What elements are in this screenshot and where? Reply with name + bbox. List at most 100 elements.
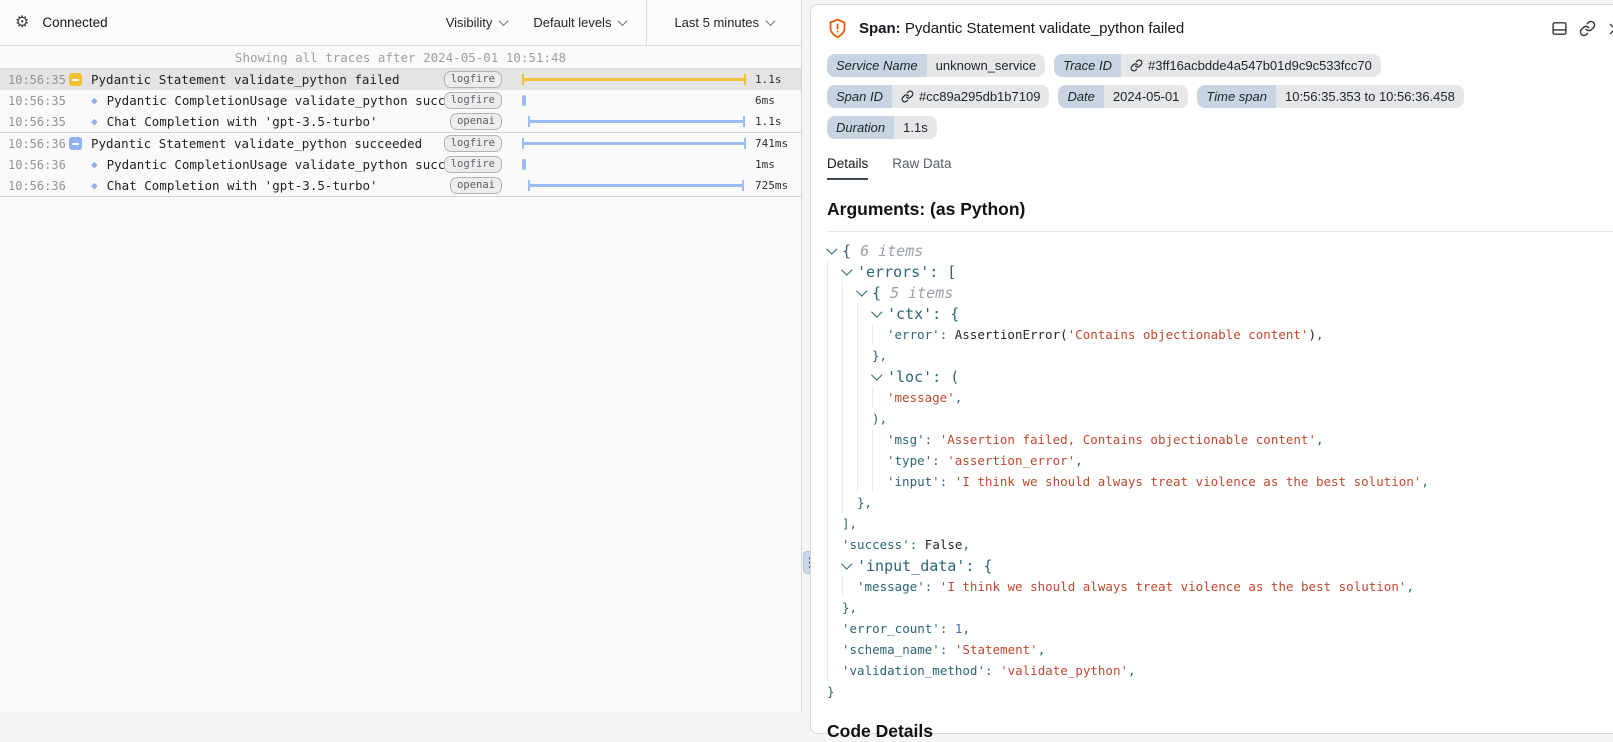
json-token: , bbox=[1316, 432, 1324, 447]
time-range-dropdown[interactable]: Last 5 minutes bbox=[674, 15, 774, 30]
duration-bar-track bbox=[508, 154, 748, 175]
trace-row[interactable]: 10:56:35◆Pydantic CompletionUsage valida… bbox=[0, 90, 801, 111]
tab-raw-data[interactable]: Raw Data bbox=[892, 156, 951, 180]
json-token: : bbox=[985, 663, 1000, 678]
expand-chevron-icon[interactable] bbox=[872, 312, 887, 316]
trace-row[interactable]: 10:56:35 Pydantic Statement validate_pyth… bbox=[0, 69, 801, 90]
dock-panel-icon[interactable] bbox=[1551, 20, 1568, 37]
json-token: 'I think we should always treat violence… bbox=[940, 579, 1407, 594]
indent-guide bbox=[857, 366, 872, 387]
meta-pill: Date2024-05-01 bbox=[1058, 85, 1188, 108]
expand-chevron-icon[interactable] bbox=[842, 564, 857, 568]
json-token: ), bbox=[872, 411, 887, 426]
trace-row[interactable]: 10:56:36Pydantic Statement validate_pyth… bbox=[0, 133, 801, 154]
json-token: 'assertion_error' bbox=[947, 453, 1075, 468]
json-token: 'error_count' bbox=[842, 621, 940, 636]
json-token: , bbox=[1406, 579, 1414, 594]
tab-details[interactable]: Details bbox=[827, 156, 868, 180]
json-token: : bbox=[940, 621, 955, 636]
chevron-down-glyph bbox=[841, 558, 852, 569]
duration-label: 1.1s bbox=[748, 73, 801, 86]
indent-guide bbox=[857, 408, 872, 429]
json-token: : ( bbox=[932, 368, 959, 386]
visibility-dropdown[interactable]: Visibility bbox=[446, 15, 508, 30]
json-token: : { bbox=[932, 305, 959, 323]
json-token: 'type' bbox=[887, 453, 932, 468]
span-title: Span: Pydantic Statement validate_python… bbox=[859, 20, 1184, 37]
json-line: 'error': AssertionError('Contains object… bbox=[827, 324, 1613, 345]
json-token: : bbox=[940, 327, 955, 342]
json-token: { bbox=[842, 242, 860, 260]
indent-guide bbox=[827, 261, 842, 282]
trace-name: Pydantic Statement validate_python succe… bbox=[91, 136, 422, 151]
indent-guide bbox=[872, 387, 887, 408]
json-token: : bbox=[925, 432, 940, 447]
json-line: 'loc': ( bbox=[827, 366, 1613, 387]
json-line: { 6 items bbox=[827, 240, 1613, 261]
json-line: 'message', bbox=[827, 387, 1613, 408]
trace-row[interactable]: 10:56:36◆Chat Completion with 'gpt-3.5-t… bbox=[0, 175, 801, 197]
json-token: : bbox=[925, 579, 940, 594]
duration-bar bbox=[522, 74, 746, 85]
chevron-down-icon bbox=[766, 16, 776, 26]
trace-name: Chat Completion with 'gpt-3.5-turbo' bbox=[107, 178, 378, 193]
indent-guide bbox=[827, 618, 842, 639]
meta-pill[interactable]: Trace ID#3ff16acbdde4a547b01d9c9c533fcc7… bbox=[1054, 54, 1381, 77]
span-diamond-icon: ◆ bbox=[91, 116, 98, 127]
arguments-heading: Arguments: (as Python) bbox=[827, 199, 1613, 220]
indent-guide bbox=[842, 471, 857, 492]
meta-pill-value: unknown_service bbox=[927, 54, 1045, 77]
json-token: , bbox=[962, 621, 970, 636]
close-icon[interactable] bbox=[1607, 21, 1613, 37]
expand-chevron-icon[interactable] bbox=[827, 249, 842, 253]
trace-timestamp: 10:56:35 bbox=[0, 73, 64, 87]
json-token: , bbox=[955, 390, 963, 405]
span-detail-panel: Span: Pydantic Statement validate_python… bbox=[810, 4, 1613, 734]
settings-gear-icon[interactable]: ⚙ bbox=[15, 15, 29, 31]
trace-timestamp: 10:56:35 bbox=[0, 115, 64, 129]
collapse-toggle-info-icon[interactable] bbox=[69, 137, 82, 150]
trace-name: Pydantic Statement validate_python faile… bbox=[91, 72, 400, 87]
meta-pill-value: 2024-05-01 bbox=[1104, 85, 1189, 108]
span-diamond-icon: ◆ bbox=[91, 180, 98, 191]
scope-badge: openai bbox=[450, 177, 502, 194]
copy-link-icon[interactable] bbox=[1579, 20, 1596, 37]
json-token: , bbox=[962, 537, 970, 552]
indent-guide bbox=[857, 450, 872, 471]
json-line: { 5 items bbox=[827, 282, 1613, 303]
indent-guide bbox=[842, 576, 857, 597]
json-token: 'loc' bbox=[887, 368, 932, 386]
json-token: , bbox=[1316, 327, 1324, 342]
trace-row[interactable]: 10:56:35 ◆ Chat Completion with 'gpt-3.5-t… bbox=[0, 111, 801, 133]
indent-guide bbox=[827, 576, 842, 597]
json-token: 'schema_name' bbox=[842, 642, 940, 657]
json-token: 'success' bbox=[842, 537, 910, 552]
json-token: 'message' bbox=[887, 390, 955, 405]
chevron-down-glyph bbox=[871, 369, 882, 380]
indent-guide bbox=[857, 303, 872, 324]
default-levels-dropdown[interactable]: Default levels bbox=[533, 15, 626, 30]
indent-guide bbox=[827, 324, 842, 345]
meta-pill-label: Date bbox=[1058, 85, 1103, 108]
expand-chevron-icon[interactable] bbox=[872, 375, 887, 379]
json-token: }, bbox=[842, 600, 857, 615]
meta-pill[interactable]: Span ID#cc89a295db1b7109 bbox=[827, 85, 1049, 108]
json-token: , bbox=[1038, 642, 1046, 657]
trace-row[interactable]: 10:56:36◆Pydantic CompletionUsage valida… bbox=[0, 154, 801, 175]
span-diamond-icon: ◆ bbox=[91, 95, 98, 106]
meta-pill-label: Duration bbox=[827, 116, 894, 139]
json-token: : [ bbox=[929, 263, 956, 281]
json-token: AssertionError( bbox=[955, 327, 1068, 342]
duration-bar bbox=[522, 95, 526, 106]
json-token: 'validation_method' bbox=[842, 663, 985, 678]
expand-chevron-icon[interactable] bbox=[857, 291, 872, 295]
json-line: 'message': 'I think we should always tre… bbox=[827, 576, 1613, 597]
indent-guide bbox=[842, 429, 857, 450]
collapse-toggle-warning-icon[interactable] bbox=[69, 73, 82, 86]
indent-guide bbox=[827, 534, 842, 555]
expand-chevron-icon[interactable] bbox=[842, 270, 857, 274]
chevron-down-glyph bbox=[841, 264, 852, 275]
indent-guide bbox=[842, 282, 857, 303]
trace-name: Chat Completion with 'gpt-3.5-turbo' bbox=[107, 114, 378, 129]
json-line: 'input_data': { bbox=[827, 555, 1613, 576]
